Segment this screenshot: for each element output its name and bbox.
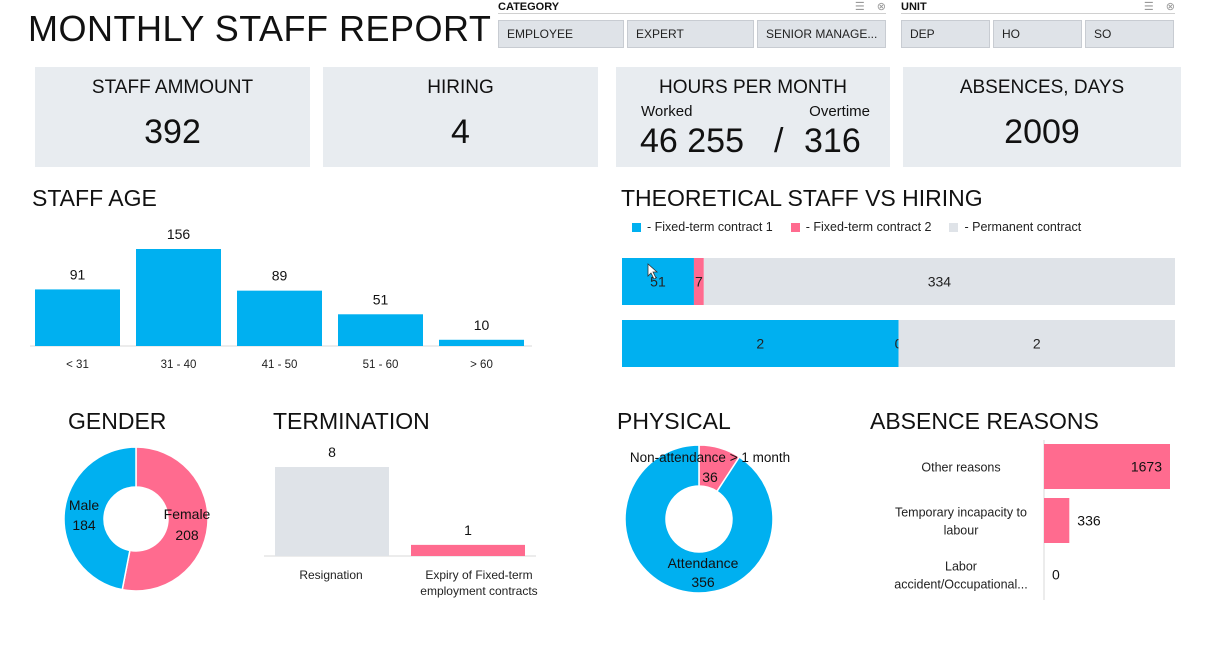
data-label: 10 bbox=[474, 317, 490, 333]
data-label: 334 bbox=[928, 274, 952, 290]
data-label: 356 bbox=[691, 574, 715, 590]
bar bbox=[411, 544, 525, 556]
bar bbox=[439, 339, 524, 346]
data-label: 7 bbox=[695, 274, 703, 290]
bar bbox=[237, 290, 322, 346]
data-label: 156 bbox=[167, 226, 191, 242]
data-label: 36 bbox=[702, 469, 718, 485]
bar bbox=[35, 289, 120, 346]
tick-label: Resignation bbox=[299, 568, 362, 582]
slice-label: Attendance bbox=[668, 555, 739, 571]
data-label: 336 bbox=[1077, 513, 1101, 529]
tick-label: employment contracts bbox=[420, 584, 537, 598]
data-label: 91 bbox=[70, 266, 86, 282]
bar bbox=[136, 249, 221, 346]
data-label: 2 bbox=[756, 336, 764, 352]
tick-label: < 31 bbox=[66, 359, 89, 371]
slice-label: Female bbox=[164, 506, 211, 522]
bar bbox=[338, 314, 423, 346]
slice-label: Non-attendance > 1 month bbox=[630, 450, 790, 465]
tick-label: Other reasons bbox=[921, 461, 1000, 475]
data-label: 51 bbox=[373, 291, 389, 307]
data-label: 8 bbox=[328, 444, 336, 460]
tick-label: 31 - 40 bbox=[161, 359, 197, 371]
slice-label: Male bbox=[69, 497, 100, 513]
data-label: 1 bbox=[464, 522, 472, 538]
bar bbox=[1044, 498, 1070, 543]
data-label: 1673 bbox=[1131, 459, 1162, 475]
tick-label: Labor bbox=[945, 560, 977, 574]
data-label: 2 bbox=[1033, 336, 1041, 352]
data-label: 0 bbox=[1052, 567, 1060, 583]
data-label: 184 bbox=[72, 517, 96, 533]
tick-label: Expiry of Fixed-term bbox=[425, 568, 532, 582]
bar bbox=[275, 467, 389, 556]
tick-label: 51 - 60 bbox=[363, 359, 399, 371]
tick-label: Temporary incapacity to bbox=[895, 506, 1027, 520]
data-label: 89 bbox=[272, 268, 288, 284]
tick-label: > 60 bbox=[470, 359, 493, 371]
tick-label: 41 - 50 bbox=[262, 359, 298, 371]
charts-canvas: 91< 3115631 - 408941 - 505151 - 6010> 60… bbox=[30, 226, 1175, 600]
tick-label: accident/Occupational... bbox=[894, 578, 1027, 592]
tick-label: labour bbox=[944, 524, 979, 538]
data-label: 208 bbox=[175, 527, 199, 543]
